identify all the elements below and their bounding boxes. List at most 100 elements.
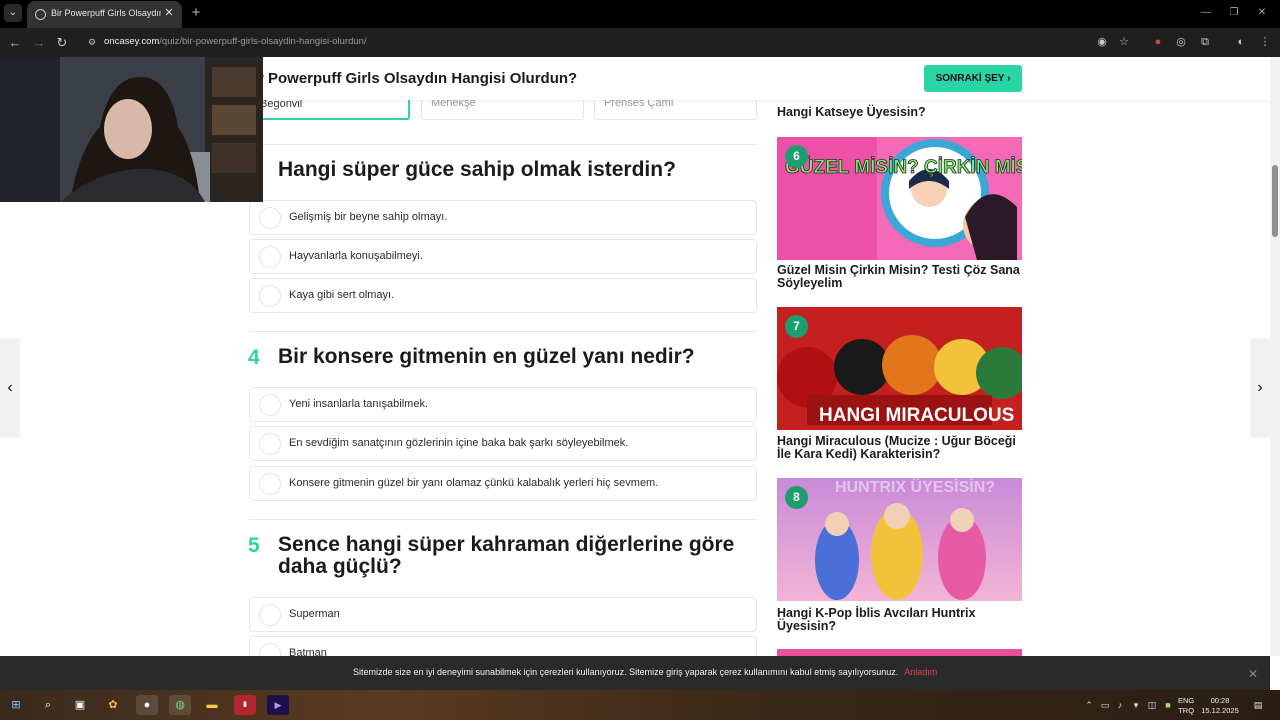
radio-circle-icon[interactable]	[259, 285, 281, 307]
answer-option[interactable]: Superman	[249, 597, 757, 632]
input-language[interactable]: ENG TRQ	[1178, 696, 1194, 716]
forward-icon[interactable]: →	[30, 34, 48, 52]
omnibox[interactable]: ⚙ oncasey.com/quiz/bir-powerpuff-girls-o…	[80, 31, 1140, 53]
card-illustration: HUNTRIX ÜYESİSİN?	[777, 478, 1022, 601]
answer-option[interactable]: Gelişmiş bir beyne sahip olmayı.	[249, 200, 757, 235]
sidebar-card-title[interactable]: Hangi Katseye Üyesisin?	[777, 106, 1022, 119]
answer-option[interactable]: Hayvanlarla konuşabilmeyi.	[249, 239, 757, 274]
extension-circle-icon[interactable]: ◎	[1173, 34, 1189, 50]
sidebar-card-title[interactable]: Hangi K-Pop İblis Avcıları Huntrix Üyesi…	[777, 607, 1022, 633]
browser-tab-bar: ⌄ Bir Powerpuff Girls Olsaydın Ha ✕ + — …	[0, 0, 1280, 28]
answer-option[interactable]: Yeni insanlarla tanışabilmek.	[249, 387, 757, 422]
site-info-icon[interactable]: ⚙	[86, 36, 98, 48]
answer-text: En sevdiğim sanatçının gözlerinin içine …	[289, 437, 629, 449]
restore-icon[interactable]: ❐	[1224, 5, 1244, 21]
next-arrow-icon[interactable]: ›	[1250, 338, 1270, 438]
chrome-icon[interactable]: ◍	[169, 695, 191, 715]
network-icon[interactable]: ◫	[1146, 699, 1158, 711]
card-image-text: HUNTRIX ÜYESİSİN?	[835, 478, 995, 496]
obs-icon[interactable]: ●	[136, 695, 158, 715]
radio-circle-icon[interactable]	[259, 207, 281, 229]
cookie-message: Sitemizde size en iyi deneyimi sunabilme…	[353, 667, 938, 677]
card-image-text: HANGI MIRACULOUS	[819, 405, 1014, 426]
tab-close-icon[interactable]: ✕	[162, 6, 176, 20]
window-close-icon[interactable]: ✕	[1252, 5, 1272, 21]
answer-option[interactable]: Konsere gitmenin güzel bir yanı olamaz ç…	[249, 466, 757, 501]
answer-option[interactable]: Kaya gibi sert olmayı.	[249, 278, 757, 313]
file-explorer-icon[interactable]: ▬	[201, 695, 223, 715]
volume-icon[interactable]: ♪	[1114, 699, 1126, 711]
rank-badge: 8	[785, 486, 808, 509]
sidebar-card-title[interactable]: Hangi Miraculous (Mucize : Uğur Böceği İ…	[777, 435, 1022, 461]
answer-text: Yeni insanlarla tanışabilmek.	[289, 398, 429, 410]
scroll-thumb[interactable]	[1272, 165, 1278, 237]
next-thing-button[interactable]: SONRAKİ ŞEY ›	[924, 65, 1022, 92]
sidebar-card-image[interactable]: HANGI MIRACULOUS 7	[777, 307, 1022, 430]
copilot-icon[interactable]: ✿	[102, 695, 124, 715]
extension-red-icon[interactable]: ●	[1150, 34, 1166, 50]
answer-text: Gelişmiş bir beyne sahip olmayı.	[289, 211, 448, 223]
question-text: Sence hangi süper kahraman diğerlerine g…	[278, 533, 735, 578]
back-icon[interactable]: ←	[6, 34, 24, 52]
radio-circle-icon[interactable]	[259, 394, 281, 416]
nvidia-icon[interactable]: ■	[1162, 699, 1174, 711]
answer-text: Konsere gitmenin güzel bir yanı olamaz ç…	[289, 477, 659, 489]
tab-search-menu-icon[interactable]: ⌄	[4, 4, 22, 22]
address-bar-row: ← → ↻ ⚙ oncasey.com/quiz/bir-powerpuff-g…	[0, 28, 1280, 57]
answer-text: Superman	[289, 608, 340, 620]
quiz-title: r Powerpuff Girls Olsaydın Hangisi Olurd…	[258, 70, 578, 87]
windows-taskbar: ⊞ ⌕ ▣ ✿ ● ◍ ▬ ▮ ▶ ⌃ ▭ ♪ ▾ ◫ ■ ENG TRQ 00:…	[0, 690, 1280, 720]
sidebar-card-title[interactable]: Güzel Misin Çirkin Misin? Testi Çöz Sana…	[777, 264, 1022, 290]
rank-badge: 7	[785, 315, 808, 338]
premiere-pro-icon[interactable]: ▶	[267, 695, 289, 715]
extensions-puzzle-icon[interactable]: ⧉	[1197, 34, 1213, 50]
tab-title: Bir Powerpuff Girls Olsaydın Ha	[51, 8, 161, 18]
answer-text: Batman	[289, 647, 327, 656]
answer-text: Hayvanlarla konuşabilmeyi.	[289, 250, 423, 262]
radio-circle-icon[interactable]	[259, 246, 281, 268]
browser-tab[interactable]: Bir Powerpuff Girls Olsaydın Ha ✕	[27, 1, 182, 28]
answer-text: Kaya gibi sert olmayı.	[289, 289, 395, 301]
sidebar-card-image[interactable]: GÜZEL MİSİN? ÇİRKİN MİSİN? 6	[777, 137, 1022, 260]
voicemod-icon[interactable]: ▮	[234, 695, 256, 715]
browser-menu-icon[interactable]: ⋮	[1257, 34, 1273, 50]
sidebar-card-image[interactable]: HUNTRIX ÜYESİSİN? 8	[777, 478, 1022, 601]
profile-avatar-icon[interactable]: ◐	[1233, 34, 1249, 50]
url-text[interactable]: oncasey.com/quiz/bir-powerpuff-girls-ols…	[104, 36, 367, 47]
next-card-image-edge	[777, 649, 1022, 656]
minimize-icon[interactable]: —	[1196, 5, 1216, 21]
question-divider	[249, 144, 757, 145]
rank-badge: 6	[785, 145, 808, 168]
prev-arrow-icon[interactable]: ‹	[0, 338, 20, 438]
question-divider	[249, 331, 757, 332]
question-text: Bir konsere gitmenin en güzel yanı nedir…	[278, 345, 695, 368]
radio-circle-icon[interactable]	[259, 643, 281, 656]
clock[interactable]: 00:28 15.12.2025	[1200, 696, 1240, 716]
radio-circle-icon[interactable]	[259, 473, 281, 495]
radio-circle-icon[interactable]	[259, 433, 281, 455]
answer-option[interactable]: Batman	[249, 636, 757, 656]
tray-overflow-icon[interactable]: ⌃	[1083, 699, 1095, 711]
question-number: 5	[248, 534, 260, 557]
card-illustration: HANGI MIRACULOUS	[777, 307, 1022, 430]
reload-icon[interactable]: ↻	[53, 34, 71, 52]
card-image-text: GÜZEL MİSİN? ÇİRKİN MİSİN?	[785, 157, 1022, 178]
windows-start-icon[interactable]: ⊞	[5, 695, 27, 715]
answer-option[interactable]: En sevdiğim sanatçının gözlerinin içine …	[249, 426, 757, 461]
webcam-overlay	[0, 57, 263, 202]
notifications-icon[interactable]: ▤	[1252, 699, 1264, 711]
tracking-protection-icon[interactable]: ◉	[1094, 34, 1110, 50]
page-scrollbar[interactable]	[1270, 57, 1280, 656]
question-number: 4	[248, 346, 260, 369]
radio-circle-icon[interactable]	[259, 604, 281, 626]
cookie-accept-link[interactable]: Anladım	[904, 667, 937, 677]
question-text: Hangi süper güce sahip olmak isterdin?	[278, 158, 676, 181]
new-tab-icon[interactable]: +	[188, 5, 204, 21]
cookie-close-icon[interactable]: ✕	[1246, 667, 1260, 681]
tray-app-icon[interactable]: ▭	[1099, 699, 1111, 711]
task-view-icon[interactable]: ▣	[69, 695, 91, 715]
search-icon[interactable]: ⌕	[37, 695, 59, 715]
bookmark-star-icon[interactable]: ☆	[1116, 34, 1132, 50]
site-favicon-icon	[35, 9, 46, 20]
microphone-icon[interactable]: ▾	[1130, 699, 1142, 711]
